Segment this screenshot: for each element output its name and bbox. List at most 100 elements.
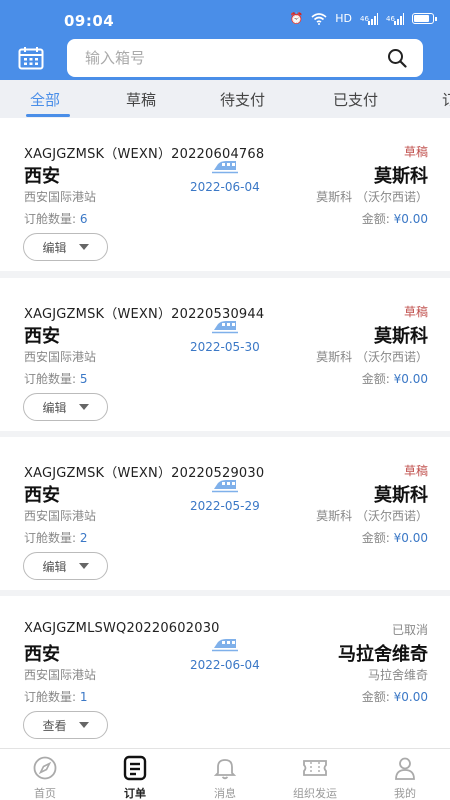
order-date: 2022-05-30 — [190, 340, 260, 354]
user-icon — [395, 757, 415, 780]
wifi-icon — [311, 12, 327, 25]
origin-city: 西安 — [24, 326, 60, 347]
caret-down-icon — [78, 563, 89, 569]
order-card[interactable]: XAGJGZMSK（WEXN）20220530944 草稿 西安 莫斯科 西安国… — [0, 278, 450, 431]
origin-city: 西安 — [24, 166, 60, 187]
search-box — [67, 39, 423, 77]
order-amount-value: ¥0.00 — [393, 690, 428, 704]
order-date: 2022-05-29 — [190, 499, 260, 513]
destination-city: 莫斯科 — [374, 326, 428, 347]
order-card[interactable]: XAGJGZMSK（WEXN）20220529030 草稿 西安 莫斯科 西安国… — [0, 437, 450, 590]
caret-down-icon — [78, 722, 89, 728]
tab-draft[interactable]: 草稿 — [126, 89, 156, 110]
order-amount-value: ¥0.00 — [393, 212, 428, 226]
destination-city: 莫斯科 — [374, 166, 428, 187]
order-amount: 金额: ¥0.00 — [362, 210, 428, 227]
order-number: XAGJGZMLSWQ20220602030 — [24, 621, 220, 636]
nav-profile-label: 我的 — [394, 787, 416, 800]
order-status: 已取消 — [391, 623, 428, 637]
edit-button[interactable]: 编辑 — [23, 233, 108, 261]
nav-orders-label: 订单 — [124, 787, 146, 800]
booking-quantity-value: 6 — [79, 212, 88, 226]
edit-button-label: 编辑 — [42, 559, 67, 574]
origin-station: 西安国际港站 — [24, 509, 97, 523]
order-date: 2022-06-04 — [190, 180, 260, 194]
hd-badge: HD — [335, 12, 352, 25]
nav-home-label: 首页 — [34, 787, 56, 800]
bell-icon — [213, 759, 237, 780]
order-status: 草稿 — [403, 145, 428, 159]
order-amount-label: 金额: — [361, 212, 394, 226]
order-amount-value: ¥0.00 — [393, 531, 428, 545]
booking-quantity-label: 订舱数量: — [24, 690, 80, 704]
order-amount: 金额: ¥0.00 — [362, 529, 428, 546]
order-amount-label: 金额: — [361, 690, 394, 704]
signal-icon-2: 46 — [386, 12, 404, 25]
booking-quantity-value: 1 — [79, 690, 88, 704]
train-icon — [212, 161, 238, 174]
order-card[interactable]: XAGJGZMSK（WEXN）20220604768 草稿 西安 莫斯科 西安国… — [0, 118, 450, 271]
order-amount-label: 金额: — [361, 531, 394, 545]
ticket-icon — [303, 760, 327, 776]
order-status: 草稿 — [403, 464, 428, 478]
svg-text:46: 46 — [386, 15, 395, 23]
train-icon — [212, 321, 238, 334]
tab-active-indicator — [26, 114, 70, 117]
origin-city: 西安 — [24, 644, 60, 665]
destination-station: 莫斯科 （沃尔西诺） — [316, 190, 428, 204]
tab-more[interactable]: 订 — [442, 89, 450, 110]
calendar-icon[interactable] — [18, 46, 44, 70]
order-status: 草稿 — [403, 305, 428, 319]
train-icon — [212, 480, 238, 493]
order-date: 2022-06-04 — [190, 658, 260, 672]
status-time: 09:04 — [64, 12, 115, 30]
order-amount: 金额: ¥0.00 — [362, 370, 428, 387]
nav-shipping[interactable]: 组织发运 — [280, 753, 350, 800]
view-button-label: 查看 — [42, 718, 67, 733]
origin-city: 西安 — [24, 485, 60, 506]
search-input[interactable] — [85, 39, 375, 77]
status-icons: ⏰ HD 46 46 — [289, 12, 437, 25]
origin-station: 西安国际港站 — [24, 668, 97, 682]
destination-station: 莫斯科 （沃尔西诺） — [316, 350, 428, 364]
svg-text:46: 46 — [360, 15, 369, 23]
order-amount-value: ¥0.00 — [393, 372, 428, 386]
app-header: 09:04 ⏰ HD 46 46 — [0, 0, 450, 88]
nav-home[interactable]: 首页 — [10, 753, 80, 800]
booking-quantity-label: 订舱数量: — [24, 531, 80, 545]
nav-orders[interactable]: 订单 — [100, 753, 170, 800]
tab-pending-payment[interactable]: 待支付 — [220, 89, 265, 110]
destination-city: 马拉舍维奇 — [338, 644, 428, 665]
origin-station: 西安国际港站 — [24, 190, 97, 204]
bottom-nav: 首页 订单 消息 组织发运 我的 — [0, 748, 450, 800]
order-card[interactable]: XAGJGZMLSWQ20220602030 已取消 西安 马拉舍维奇 西安国际… — [0, 596, 450, 749]
booking-quantity-label: 订舱数量: — [24, 372, 80, 386]
booking-quantity-value: 2 — [79, 531, 88, 545]
nav-shipping-label: 组织发运 — [293, 787, 337, 800]
booking-quantity: 订舱数量: 2 — [24, 529, 88, 546]
tab-all[interactable]: 全部 — [30, 89, 60, 110]
edit-button[interactable]: 编辑 — [23, 393, 108, 421]
battery-icon — [412, 13, 437, 24]
destination-station: 莫斯科 （沃尔西诺） — [316, 509, 428, 523]
signal-icon-1: 46 — [360, 12, 378, 25]
tab-bar: 全部 草稿 待支付 已支付 订 — [0, 80, 450, 118]
order-amount: 金额: ¥0.00 — [362, 688, 428, 705]
view-button[interactable]: 查看 — [23, 711, 108, 739]
origin-station: 西安国际港站 — [24, 350, 97, 364]
destination-station: 马拉舍维奇 — [367, 668, 428, 682]
compass-icon — [33, 756, 57, 780]
status-bar: 09:04 ⏰ HD 46 46 — [0, 0, 450, 40]
search-icon[interactable] — [387, 48, 407, 68]
nav-messages[interactable]: 消息 — [190, 753, 260, 800]
train-icon — [212, 639, 238, 652]
caret-down-icon — [78, 404, 89, 410]
alarm-icon: ⏰ — [289, 12, 304, 25]
order-list-icon — [123, 755, 147, 781]
tab-paid[interactable]: 已支付 — [333, 89, 378, 110]
nav-profile[interactable]: 我的 — [370, 753, 440, 800]
booking-quantity: 订舱数量: 5 — [24, 370, 88, 387]
booking-quantity-value: 5 — [79, 372, 88, 386]
edit-button[interactable]: 编辑 — [23, 552, 108, 580]
booking-quantity: 订舱数量: 1 — [24, 688, 88, 705]
